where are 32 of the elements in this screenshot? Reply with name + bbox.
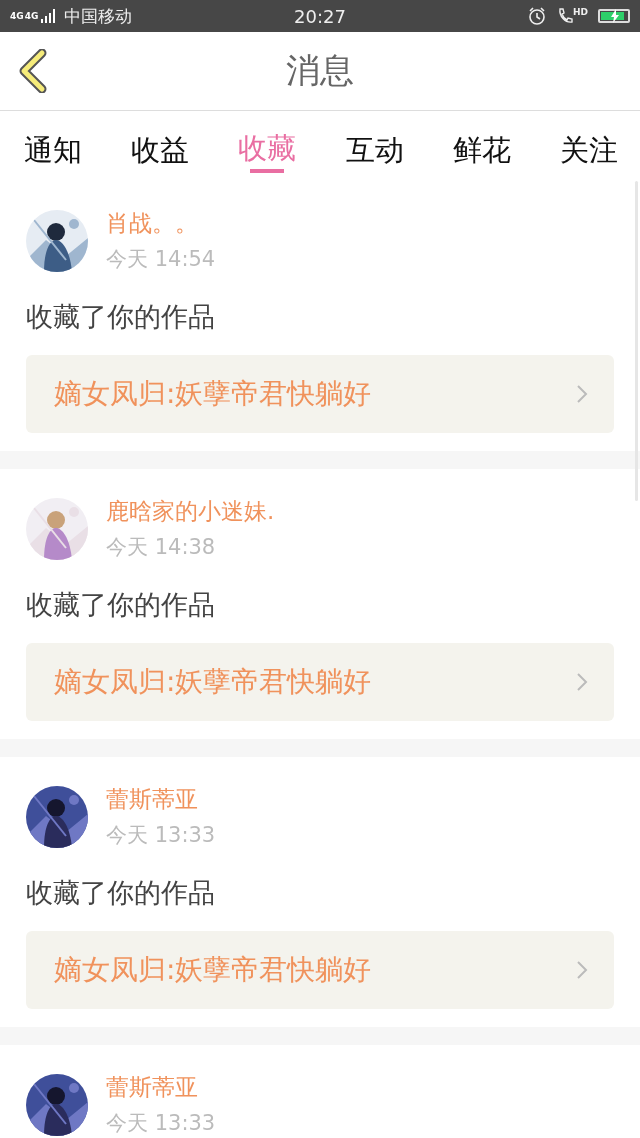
- user-name[interactable]: 鹿晗家的小迷妹.: [106, 496, 275, 527]
- chevron-right-icon: [576, 960, 588, 980]
- message-text: 收藏了你的作品: [26, 588, 216, 622]
- work-link[interactable]: 嫡女凤归:妖孽帝君快躺好: [26, 643, 614, 721]
- user-name[interactable]: 蕾斯蒂亚: [106, 1072, 216, 1103]
- hd-call-indicator: HD: [557, 7, 588, 25]
- network-label: 4G: [10, 11, 24, 21]
- chevron-right-icon: [576, 384, 588, 404]
- tab[interactable]: 通知: [18, 111, 88, 177]
- status-time: 20:27: [294, 5, 346, 27]
- tab[interactable]: 关注: [553, 111, 624, 177]
- message-text: 收藏了你的作品: [26, 876, 216, 910]
- alarm-icon: [527, 6, 547, 26]
- work-link[interactable]: 嫡女凤归:妖孽帝君快躺好: [26, 931, 614, 1009]
- user-name[interactable]: 蕾斯蒂亚: [106, 784, 216, 815]
- tab[interactable]: 互动: [339, 111, 410, 177]
- carrier-name: 中国移动: [64, 4, 133, 28]
- battery-icon: [598, 9, 630, 23]
- back-icon[interactable]: [18, 49, 48, 93]
- signal-icon: [41, 9, 58, 23]
- page-title: 消息: [286, 49, 354, 92]
- tab[interactable]: 收益: [125, 111, 196, 177]
- message-time: 今天 13:33: [106, 822, 216, 849]
- user-name[interactable]: 肖战。。: [106, 208, 216, 239]
- chevron-right-icon: [576, 672, 588, 692]
- message-time: 今天 13:33: [106, 1110, 216, 1137]
- work-link[interactable]: 嫡女凤归:妖孽帝君快躺好: [26, 355, 614, 433]
- message-text: 收藏了你的作品: [26, 300, 216, 334]
- network-label: 4G: [24, 11, 39, 21]
- message-time: 今天 14:54: [106, 246, 216, 273]
- message-time: 今天 14:38: [106, 534, 217, 561]
- tab[interactable]: 鲜花: [446, 111, 517, 177]
